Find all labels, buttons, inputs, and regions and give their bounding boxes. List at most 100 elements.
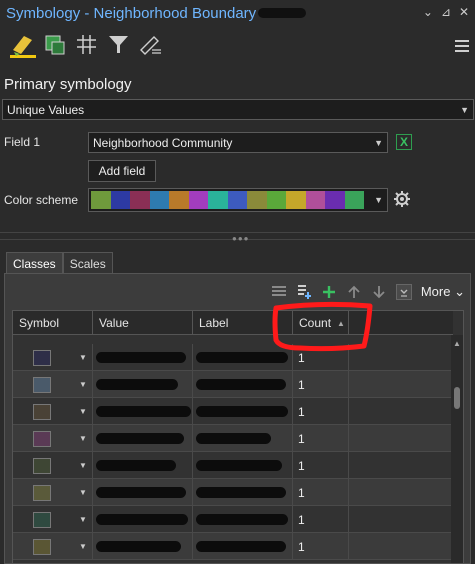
symbol-swatch[interactable] xyxy=(33,512,51,528)
table-row[interactable]: ▼ 1 xyxy=(13,371,453,398)
window-title: Symbology - Neighborhood Boundary xyxy=(6,4,257,22)
value-cell xyxy=(93,344,193,371)
arrow-down-icon[interactable] xyxy=(371,284,387,300)
symbol-swatch[interactable] xyxy=(33,458,51,474)
color-scheme-swatch xyxy=(227,191,247,209)
table-row[interactable]: ▼ 1 xyxy=(13,452,453,479)
symbol-swatch[interactable] xyxy=(33,431,51,447)
table-header: Symbol Value Label Count ▲ xyxy=(13,311,453,335)
symbol-cell: ▼ xyxy=(13,506,93,533)
excel-icon[interactable]: X xyxy=(396,134,412,150)
field1-dropdown[interactable]: Neighborhood Community ▼ xyxy=(88,132,388,153)
layers-icon xyxy=(45,35,65,55)
color-scheme-swatch xyxy=(169,191,189,209)
collapse-icon[interactable] xyxy=(395,284,412,300)
multilayer-tool[interactable] xyxy=(42,32,68,58)
table-row[interactable]: ▼ 1 xyxy=(13,425,453,452)
tab-classes[interactable]: Classes xyxy=(6,252,63,275)
chevron-down-icon[interactable]: ▼ xyxy=(79,380,87,389)
chevron-down-icon[interactable]: ▼ xyxy=(79,488,87,497)
color-scheme-swatch xyxy=(286,191,306,209)
tab-scales[interactable]: Scales xyxy=(62,252,113,275)
count-value: 1 xyxy=(298,404,305,419)
list-icon[interactable] xyxy=(271,284,287,300)
value-cell xyxy=(93,371,193,398)
table-row[interactable]: ▼ 1 xyxy=(13,506,453,533)
chevron-down-icon[interactable]: ▼ xyxy=(79,407,87,416)
add-icon[interactable] xyxy=(321,284,337,300)
chevron-down-icon[interactable]: ▼ xyxy=(79,434,87,443)
count-value: 1 xyxy=(298,539,305,554)
vary-symbology-tool[interactable] xyxy=(74,32,100,58)
count-value: 1 xyxy=(298,512,305,527)
drawing-tool[interactable] xyxy=(138,32,164,58)
column-symbol[interactable]: Symbol xyxy=(13,311,93,335)
value-cell xyxy=(93,398,193,425)
table-row[interactable]: ▼ 1 xyxy=(13,533,453,560)
symbol-cell: ▼ xyxy=(13,479,93,506)
more-menu[interactable]: More ⌄ xyxy=(421,284,465,300)
symbol-cell: ▼ xyxy=(13,398,93,425)
scrollbar-thumb[interactable] xyxy=(454,387,460,409)
chevron-down-icon[interactable]: ▼ xyxy=(79,461,87,470)
color-scheme-swatch xyxy=(130,191,150,209)
filler-cell xyxy=(349,371,453,398)
redaction-mark xyxy=(96,541,181,552)
color-scheme-swatch xyxy=(266,191,286,209)
symbol-swatch[interactable] xyxy=(33,539,51,555)
chevron-down-icon[interactable]: ▼ xyxy=(79,353,87,362)
redaction-mark xyxy=(196,433,271,444)
add-values-icon[interactable] xyxy=(296,284,312,300)
renderer-dropdown[interactable]: Unique Values ▼ xyxy=(2,99,474,120)
symbol-swatch[interactable] xyxy=(33,377,51,393)
pin-icon[interactable]: ⊿ xyxy=(441,5,451,19)
chevron-down-icon[interactable]: ▼ xyxy=(79,542,87,551)
redaction-mark xyxy=(196,514,288,525)
chevron-down-icon[interactable]: ▼ xyxy=(79,515,87,524)
field1-value: Neighborhood Community xyxy=(93,135,233,150)
symbol-swatch[interactable] xyxy=(33,350,51,366)
filter-tool[interactable] xyxy=(106,32,132,58)
table-row[interactable]: ▼ 1 xyxy=(13,398,453,425)
primary-symbology-tool[interactable] xyxy=(10,32,36,58)
redaction-mark xyxy=(96,487,186,498)
color-scheme-swatch xyxy=(149,191,169,209)
menu-icon[interactable] xyxy=(455,40,469,55)
count-cell: 1 xyxy=(293,506,349,533)
table-row[interactable]: ▼ 1 xyxy=(13,479,453,506)
redaction-mark xyxy=(196,379,286,390)
add-field-button[interactable]: Add field xyxy=(88,160,156,182)
symbol-swatch[interactable] xyxy=(33,485,51,501)
color-scheme-swatch xyxy=(325,191,345,209)
label-cell xyxy=(193,479,293,506)
renderer-value: Unique Values xyxy=(7,102,85,117)
label-cell xyxy=(193,533,293,560)
color-scheme-dropdown[interactable]: ▼ xyxy=(88,188,388,212)
table-row[interactable]: ▼ 1 xyxy=(13,344,453,371)
chevron-down-icon: ⌄ xyxy=(454,284,465,299)
chevron-up-icon[interactable]: ▲ xyxy=(453,339,461,348)
grid-toolbar: More ⌄ xyxy=(271,284,465,300)
symbol-swatch[interactable] xyxy=(33,404,51,420)
filter-icon xyxy=(109,36,128,53)
title-redaction xyxy=(258,8,307,18)
close-icon[interactable]: ✕ xyxy=(459,5,469,19)
vertical-scrollbar[interactable]: ▲ xyxy=(451,335,463,563)
redaction-mark xyxy=(96,406,191,417)
more-label: More xyxy=(420,284,451,299)
redaction-mark xyxy=(196,541,286,552)
arrow-up-icon[interactable] xyxy=(346,284,362,300)
label-cell xyxy=(193,506,293,533)
tab-strip: Classes Scales xyxy=(6,252,113,275)
count-cell: 1 xyxy=(293,479,349,506)
options-icon[interactable]: ⌄ xyxy=(423,5,433,19)
symbol-cell: ▼ xyxy=(13,344,93,371)
chevron-down-icon: ▼ xyxy=(374,137,383,148)
gear-icon[interactable] xyxy=(393,190,411,208)
pane-splitter[interactable]: ●●● xyxy=(0,232,475,243)
color-scheme-swatch xyxy=(247,191,267,209)
count-cell: 1 xyxy=(293,452,349,479)
count-value: 1 xyxy=(298,377,305,392)
label-cell xyxy=(193,398,293,425)
column-value[interactable]: Value xyxy=(93,311,193,335)
